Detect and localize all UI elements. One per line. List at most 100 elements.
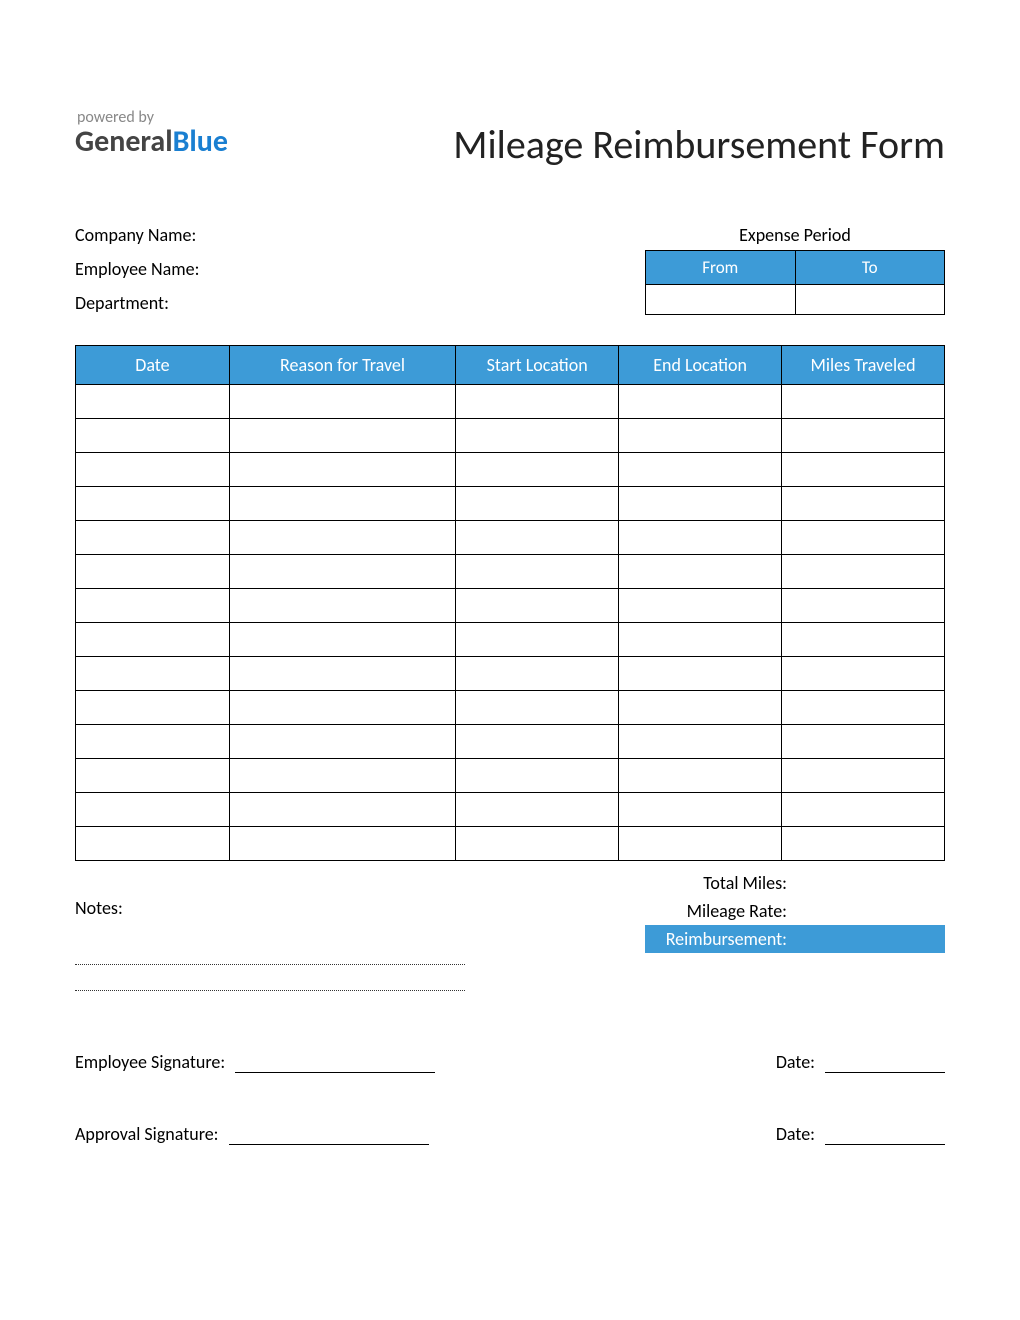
table-cell[interactable] xyxy=(782,793,945,827)
table-cell[interactable] xyxy=(229,759,455,793)
table-cell[interactable] xyxy=(619,487,782,521)
table-cell[interactable] xyxy=(229,555,455,589)
notes-line[interactable] xyxy=(75,965,465,991)
department-label: Department: xyxy=(75,292,199,314)
table-cell[interactable] xyxy=(619,657,782,691)
table-cell[interactable] xyxy=(619,453,782,487)
table-cell[interactable] xyxy=(456,385,619,419)
table-cell[interactable] xyxy=(782,487,945,521)
table-cell[interactable] xyxy=(456,691,619,725)
employee-signature-input[interactable] xyxy=(235,1053,435,1073)
table-cell[interactable] xyxy=(76,589,230,623)
table-cell[interactable] xyxy=(619,555,782,589)
approval-date-input[interactable] xyxy=(825,1125,945,1145)
table-cell[interactable] xyxy=(619,385,782,419)
table-cell[interactable] xyxy=(782,555,945,589)
table-row xyxy=(76,657,945,691)
table-cell[interactable] xyxy=(76,657,230,691)
table-cell[interactable] xyxy=(456,453,619,487)
header-miles: Miles Traveled xyxy=(782,346,945,385)
table-cell[interactable] xyxy=(619,419,782,453)
total-miles-label: Total Miles: xyxy=(645,872,795,894)
table-cell[interactable] xyxy=(76,691,230,725)
table-cell[interactable] xyxy=(619,725,782,759)
table-cell[interactable] xyxy=(456,589,619,623)
table-cell[interactable] xyxy=(619,623,782,657)
table-cell[interactable] xyxy=(782,623,945,657)
table-cell[interactable] xyxy=(456,487,619,521)
table-row xyxy=(76,453,945,487)
table-cell[interactable] xyxy=(76,419,230,453)
table-cell[interactable] xyxy=(619,759,782,793)
table-cell[interactable] xyxy=(782,657,945,691)
table-cell[interactable] xyxy=(76,759,230,793)
table-cell[interactable] xyxy=(76,725,230,759)
table-cell[interactable] xyxy=(456,759,619,793)
table-cell[interactable] xyxy=(456,623,619,657)
table-cell[interactable] xyxy=(229,453,455,487)
table-row xyxy=(76,623,945,657)
table-cell[interactable] xyxy=(76,453,230,487)
table-cell[interactable] xyxy=(782,827,945,861)
reimbursement-label: Reimbursement: xyxy=(645,925,795,953)
table-cell[interactable] xyxy=(782,521,945,555)
table-cell[interactable] xyxy=(76,827,230,861)
table-cell[interactable] xyxy=(229,657,455,691)
table-cell[interactable] xyxy=(456,555,619,589)
table-cell[interactable] xyxy=(619,521,782,555)
notes-line[interactable] xyxy=(75,939,465,965)
table-cell[interactable] xyxy=(229,725,455,759)
table-cell[interactable] xyxy=(229,385,455,419)
table-row xyxy=(76,589,945,623)
employee-date-input[interactable] xyxy=(825,1053,945,1073)
table-cell[interactable] xyxy=(229,521,455,555)
table-cell[interactable] xyxy=(619,589,782,623)
period-from-header: From xyxy=(646,251,796,285)
table-cell[interactable] xyxy=(782,453,945,487)
table-row xyxy=(76,555,945,589)
table-cell[interactable] xyxy=(229,827,455,861)
table-cell[interactable] xyxy=(456,521,619,555)
mileage-rate-value[interactable] xyxy=(795,897,945,925)
header-reason: Reason for Travel xyxy=(229,346,455,385)
table-cell[interactable] xyxy=(456,827,619,861)
table-cell[interactable] xyxy=(782,385,945,419)
table-cell[interactable] xyxy=(229,623,455,657)
table-cell[interactable] xyxy=(782,759,945,793)
table-cell[interactable] xyxy=(456,725,619,759)
table-cell[interactable] xyxy=(782,725,945,759)
table-cell[interactable] xyxy=(76,793,230,827)
table-cell[interactable] xyxy=(76,623,230,657)
period-to-input[interactable] xyxy=(795,285,945,315)
table-cell[interactable] xyxy=(782,691,945,725)
table-cell[interactable] xyxy=(456,657,619,691)
table-row xyxy=(76,521,945,555)
company-name-label: Company Name: xyxy=(75,224,199,246)
table-cell[interactable] xyxy=(229,589,455,623)
table-cell[interactable] xyxy=(229,419,455,453)
table-cell[interactable] xyxy=(76,487,230,521)
expense-period-table: From To xyxy=(645,250,945,315)
mileage-rate-label: Mileage Rate: xyxy=(645,900,795,922)
table-row xyxy=(76,827,945,861)
table-cell[interactable] xyxy=(76,555,230,589)
table-cell[interactable] xyxy=(76,521,230,555)
mileage-table: Date Reason for Travel Start Location En… xyxy=(75,345,945,861)
table-cell[interactable] xyxy=(619,827,782,861)
table-cell[interactable] xyxy=(456,793,619,827)
approval-signature-input[interactable] xyxy=(229,1125,429,1145)
table-cell[interactable] xyxy=(229,487,455,521)
table-cell[interactable] xyxy=(782,419,945,453)
table-cell[interactable] xyxy=(619,691,782,725)
table-row xyxy=(76,419,945,453)
table-cell[interactable] xyxy=(619,793,782,827)
table-cell[interactable] xyxy=(76,385,230,419)
table-cell[interactable] xyxy=(229,793,455,827)
period-from-input[interactable] xyxy=(646,285,796,315)
total-miles-value[interactable] xyxy=(795,869,945,897)
table-row xyxy=(76,725,945,759)
expense-period-title: Expense Period xyxy=(645,224,945,246)
table-cell[interactable] xyxy=(456,419,619,453)
table-cell[interactable] xyxy=(782,589,945,623)
table-cell[interactable] xyxy=(229,691,455,725)
